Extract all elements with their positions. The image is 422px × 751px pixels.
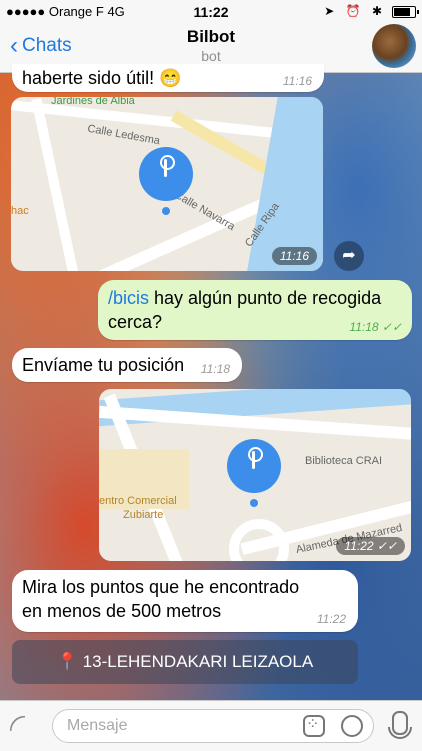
message-bubble: Envíame tu posición 11:18 <box>12 348 242 382</box>
message-bubble: Mira los puntos que he encontrado en men… <box>12 570 358 632</box>
message-time: 11:18 <box>200 362 230 376</box>
bot-command-link[interactable]: /bicis <box>108 288 149 308</box>
message-time: 11:22 ✓✓ <box>336 537 405 555</box>
message-input-bar: ⌒ Mensaje <box>0 700 422 751</box>
map-label: Zubiarte <box>123 509 164 521</box>
forward-button[interactable]: ➦ <box>334 241 364 271</box>
message-time: 11:18 ✓✓ <box>349 320 402 334</box>
location-map[interactable]: Jardines de Albia Calle Ledesma Calle Na… <box>11 97 323 271</box>
time-label: 11:22 <box>344 539 374 553</box>
map-label: Jardines de Albia <box>51 97 135 107</box>
status-icons: ➤ ⏰ ✱ <box>324 4 386 18</box>
map-label: Biblioteca CRAI <box>305 455 383 467</box>
map-pin-icon <box>139 147 193 201</box>
message-body: hay algún punto de recogida cerca? <box>108 288 382 332</box>
read-ticks-icon: ✓✓ <box>381 320 402 334</box>
message-bubble: /bicis hay algún punto de recogida cerca… <box>98 280 412 340</box>
message-bubble: haberte sido útil! 😁 11:16 <box>12 64 324 92</box>
message-text: Envíame tu posición <box>22 355 185 375</box>
location-dot <box>162 207 170 215</box>
map-label: hac <box>11 205 29 217</box>
location-result-button[interactable]: 📍 13-LEHENDAKARI LEIZAOLA <box>12 640 358 684</box>
message-input[interactable]: Mensaje <box>52 709 374 743</box>
bot-keyboard-icon[interactable] <box>303 714 325 737</box>
time-label: 11:18 <box>349 320 379 334</box>
avatar[interactable] <box>372 24 416 68</box>
chat-subtitle: bot <box>201 48 221 64</box>
map-label: Calle Ledesma <box>86 122 161 148</box>
map-label: entro Comercial <box>99 495 177 507</box>
chat-title[interactable]: Bilbot <box>0 27 422 47</box>
message-text: Mira los puntos que he encontrado en men… <box>22 577 300 621</box>
location-map[interactable]: Biblioteca CRAI entro Comercial Zubiarte… <box>99 389 411 561</box>
sticker-icon[interactable] <box>341 715 363 737</box>
read-ticks-icon: ✓✓ <box>376 539 397 553</box>
share-arrow-icon: ➦ <box>342 247 356 264</box>
battery-icon <box>392 6 419 18</box>
map-pin-icon <box>227 439 281 493</box>
status-bar: ●●●●● Orange F 4G 11:22 ➤ ⏰ ✱ <box>0 0 422 22</box>
location-dot <box>250 499 258 507</box>
message-time: 11:16 <box>282 74 312 88</box>
input-placeholder: Mensaje <box>67 717 128 734</box>
message-time: 11:16 <box>271 247 317 265</box>
paperclip-icon[interactable]: ⌒ <box>2 708 40 746</box>
message-time: 11:22 <box>316 612 346 626</box>
message-text: haberte sido útil! 😁 <box>22 68 182 88</box>
microphone-icon[interactable] <box>388 711 412 739</box>
